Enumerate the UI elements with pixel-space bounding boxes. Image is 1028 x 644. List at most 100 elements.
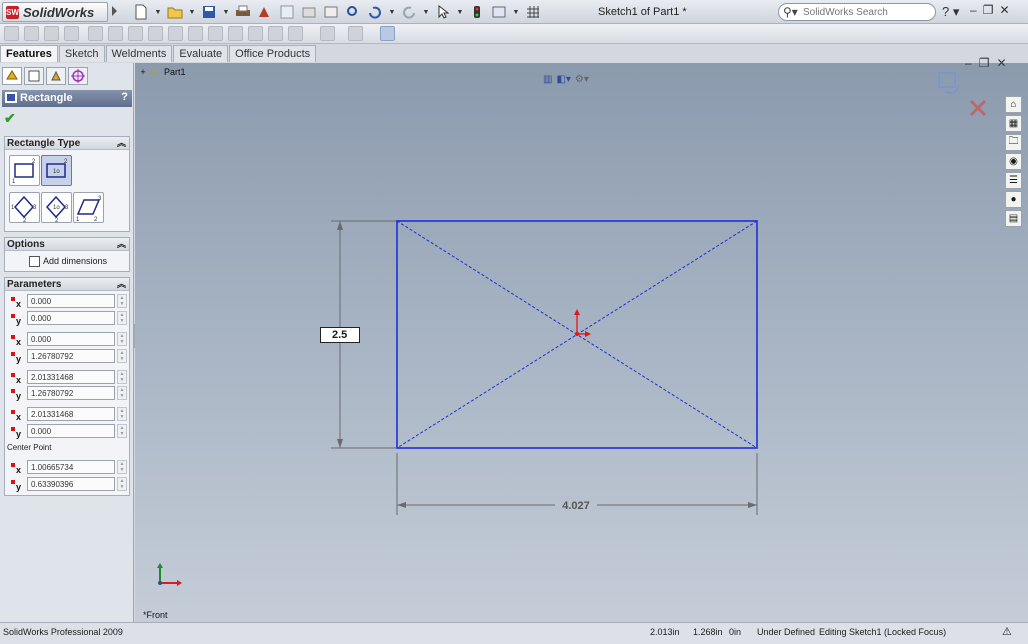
chevron-down-icon[interactable]: ▼ <box>456 3 464 21</box>
print-icon[interactable] <box>234 3 252 21</box>
point-1-y-input[interactable] <box>27 311 115 325</box>
options-grid-icon[interactable] <box>278 3 296 21</box>
sketch-toolbar <box>0 24 1028 44</box>
select-arrow-icon[interactable] <box>434 3 452 21</box>
origin-icon[interactable] <box>574 309 591 337</box>
new-document-icon[interactable] <box>132 3 150 21</box>
center-y-input[interactable] <box>27 477 115 491</box>
height-dimension-input[interactable]: 2.5 <box>320 327 360 343</box>
spinner-icon[interactable]: ▲ ▼ <box>117 370 127 384</box>
menu-expand-arrow-icon[interactable] <box>112 6 117 16</box>
spline-icon[interactable] <box>148 26 163 41</box>
chevron-down-icon[interactable]: ▼ <box>422 3 430 21</box>
dimension-arrow <box>337 221 343 230</box>
chevron-down-icon[interactable]: ▼ <box>188 3 196 21</box>
point-4-y-input[interactable] <box>27 424 115 438</box>
configuration-manager-tab-icon[interactable] <box>46 67 66 85</box>
offset-icon[interactable] <box>248 26 263 41</box>
3-point-center-rectangle-icon[interactable]: 1o 3 2 <box>41 192 72 224</box>
restore-icon[interactable]: ❐ <box>983 3 994 17</box>
zoom-icon[interactable] <box>344 3 362 21</box>
height-dimension-value: 2.5 <box>332 329 348 341</box>
line-icon[interactable] <box>88 26 103 41</box>
point-2-y-input[interactable] <box>27 349 115 363</box>
sketch-icon[interactable] <box>4 26 19 41</box>
center-rectangle-icon[interactable]: 1o 2 <box>41 155 72 186</box>
layers-icon[interactable] <box>300 3 318 21</box>
spinner-icon[interactable]: ▲ ▼ <box>117 311 127 325</box>
point-2-x-input[interactable] <box>27 332 115 346</box>
point-1-x-input[interactable] <box>27 294 115 308</box>
open-folder-icon[interactable] <box>166 3 184 21</box>
width-dimension-text[interactable]: 4.027 <box>562 500 590 512</box>
tab-weldments[interactable]: Weldments <box>105 45 173 62</box>
spinner-icon[interactable]: ▲ ▼ <box>117 294 127 308</box>
point-3-y-input[interactable] <box>27 386 115 400</box>
spinner-icon[interactable]: ▲ ▼ <box>117 407 127 421</box>
chevron-down-icon[interactable]: ▼ <box>154 3 162 21</box>
scale-icon[interactable] <box>64 26 79 41</box>
rebuild-icon[interactable] <box>256 3 274 21</box>
spinner-icon[interactable]: ▲ ▼ <box>117 349 127 363</box>
chevron-down-icon[interactable]: ▼ <box>222 3 230 21</box>
chevron-down-icon[interactable]: ▼ <box>388 3 396 21</box>
redo-icon[interactable] <box>400 3 418 21</box>
trim-icon[interactable] <box>208 26 223 41</box>
point-3-x-input[interactable] <box>27 370 115 384</box>
undo-icon[interactable] <box>366 3 384 21</box>
spinner-icon[interactable]: ▲ ▼ <box>117 332 127 346</box>
pattern-icon[interactable] <box>288 26 303 41</box>
save-icon[interactable] <box>200 3 218 21</box>
property-manager-tab-icon[interactable] <box>24 67 44 85</box>
parameters-heading[interactable]: Parameters ︽ <box>5 278 129 291</box>
tab-features[interactable]: Features <box>0 45 58 62</box>
close-icon[interactable]: ✕ <box>999 3 1009 17</box>
graphics-area[interactable]: + ⚙ Part1 ▥ ◧▾ ⚙▾ – ❐ ✕ ⌂ ▦ 🗀 ◉ ☰ ● ▤ 4.… <box>135 56 1028 622</box>
minimize-icon[interactable]: – <box>970 3 977 17</box>
grid-icon[interactable] <box>524 3 542 21</box>
help-button[interactable]: ? ▾ <box>942 4 959 20</box>
tab-sketch[interactable]: Sketch <box>58 45 105 62</box>
search-box[interactable]: ⚲▾ <box>778 3 936 21</box>
circle-icon[interactable] <box>108 26 123 41</box>
tab-evaluate[interactable]: Evaluate <box>173 45 229 62</box>
add-dimensions-checkbox[interactable] <box>29 256 40 267</box>
traffic-light-icon[interactable] <box>468 3 486 21</box>
ok-check-icon[interactable]: ✔ <box>4 110 16 127</box>
rectangle-tool-icon[interactable] <box>380 26 395 41</box>
options-heading[interactable]: Options ︽ <box>5 238 129 251</box>
spinner-icon[interactable]: ▲ ▼ <box>117 386 127 400</box>
help-icon[interactable]: ? <box>121 91 128 103</box>
collapse-chevron-icon[interactable]: ︽ <box>117 278 126 291</box>
parallelogram-icon[interactable]: 3 1 2 <box>73 192 104 223</box>
rebuild-status-icon[interactable]: ⚠ <box>1002 625 1012 638</box>
extend-icon[interactable] <box>228 26 243 41</box>
spinner-icon[interactable]: ▲ ▼ <box>117 424 127 438</box>
move-entities-icon[interactable] <box>24 26 39 41</box>
file-properties-icon[interactable] <box>322 3 340 21</box>
point-4-x-input[interactable] <box>27 407 115 421</box>
dimxpert-manager-tab-icon[interactable] <box>68 67 88 85</box>
point-icon[interactable] <box>188 26 203 41</box>
arc-icon[interactable] <box>128 26 143 41</box>
rectangle-type-heading[interactable]: Rectangle Type ︽ <box>5 137 129 150</box>
mirror-icon[interactable] <box>268 26 283 41</box>
polygon-icon[interactable] <box>168 26 183 41</box>
tab-office-products[interactable]: Office Products <box>229 45 317 62</box>
center-x-input[interactable] <box>27 460 115 474</box>
feature-manager-tab-icon[interactable] <box>2 67 22 85</box>
rotate-icon[interactable] <box>44 26 59 41</box>
display-options-icon[interactable] <box>490 3 508 21</box>
spinner-icon[interactable]: ▲ ▼ <box>117 477 127 491</box>
smart-dimension-icon[interactable] <box>320 26 335 41</box>
3-point-corner-rectangle-icon[interactable]: 1 3 2 <box>9 192 40 224</box>
chevron-down-icon[interactable]: ▼ <box>512 3 520 21</box>
solidworks-menu-button[interactable]: SW SolidWorks <box>2 2 108 22</box>
spinner-icon[interactable]: ▲ ▼ <box>117 460 127 474</box>
search-input[interactable] <box>803 6 931 19</box>
search-icon[interactable]: ⚲▾ <box>783 5 798 19</box>
relations-icon[interactable] <box>348 26 363 41</box>
collapse-chevron-icon[interactable]: ︽ <box>117 137 126 150</box>
corner-rectangle-icon[interactable]: 21 <box>9 155 40 186</box>
collapse-chevron-icon[interactable]: ︽ <box>117 238 126 251</box>
